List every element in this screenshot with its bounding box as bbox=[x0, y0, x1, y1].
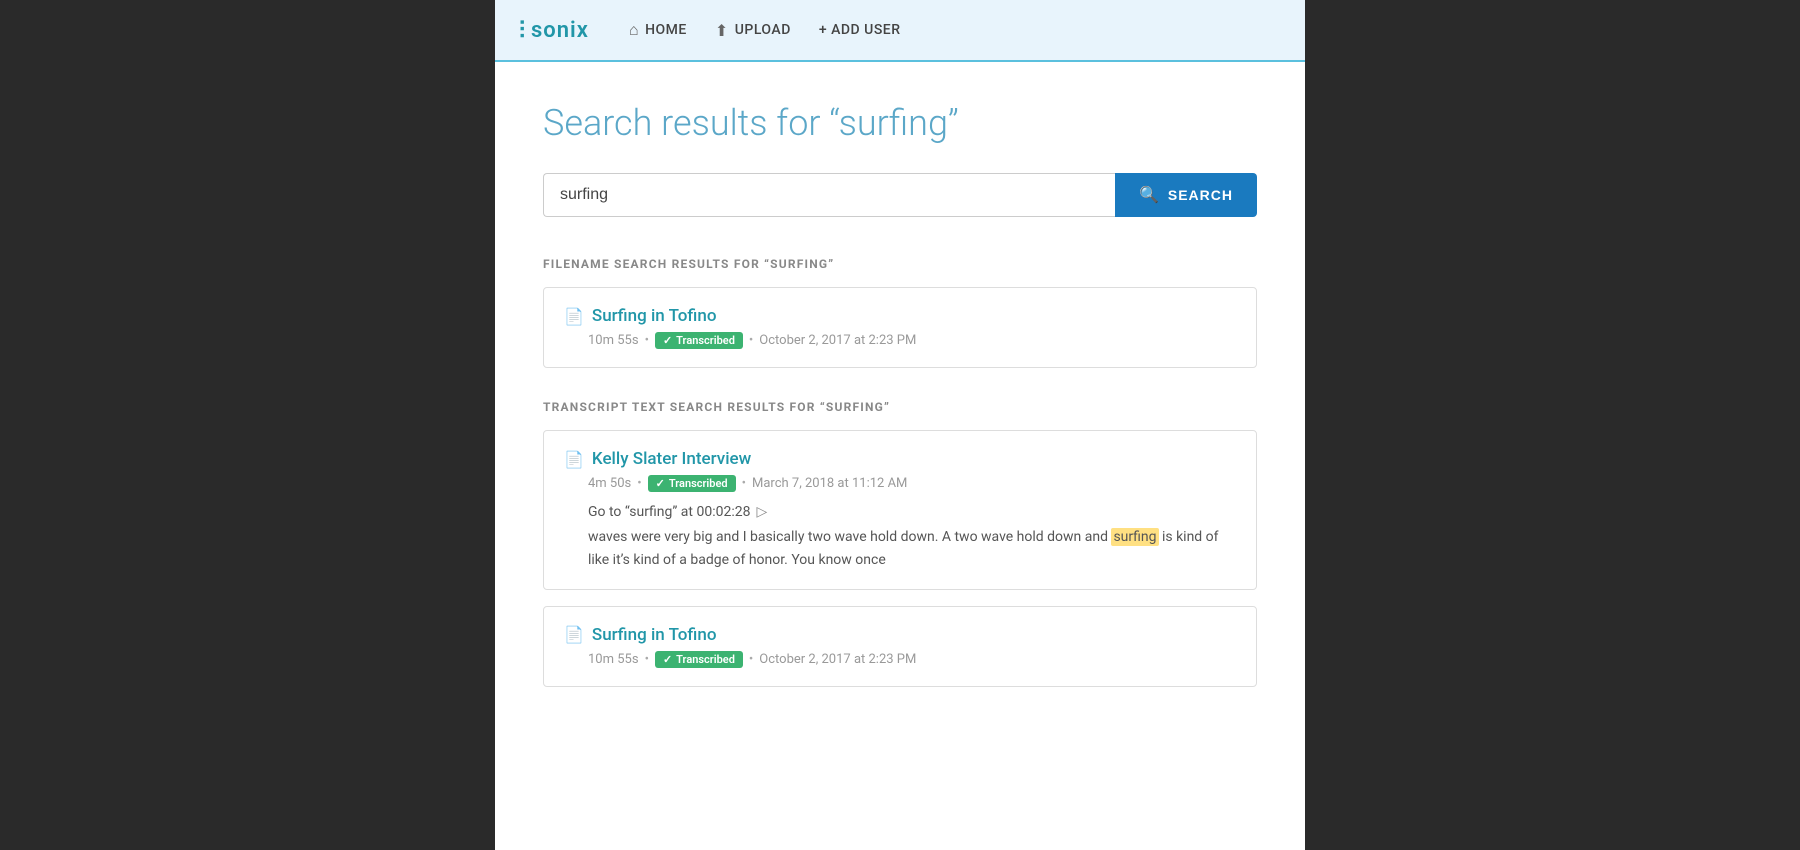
file-icon-1: 📄 bbox=[564, 450, 584, 469]
goto-link-0[interactable]: Go to “surfing” at 00:02:28 ▷ bbox=[588, 504, 1236, 520]
search-button[interactable]: 🔍 SEARCH bbox=[1115, 173, 1257, 217]
transcribed-badge-0: Transcribed bbox=[655, 332, 743, 349]
filename-result-name-0: Surfing in Tofino bbox=[592, 306, 717, 326]
upload-label: UPLOAD bbox=[735, 22, 791, 38]
add-user-link[interactable]: + ADD USER bbox=[819, 22, 901, 38]
transcript-highlight-0: surfing bbox=[1111, 528, 1158, 546]
transcript-result-card-0: 📄 Kelly Slater Interview 4m 50s • Transc… bbox=[543, 430, 1257, 590]
transcript-result-duration-1: 10m 55s bbox=[588, 652, 639, 667]
filename-section: FILENAME SEARCH RESULTS FOR “SURFING” 📄 … bbox=[543, 257, 1257, 368]
file-icon-0: 📄 bbox=[564, 307, 584, 326]
upload-link[interactable]: ⬆ UPLOAD bbox=[715, 21, 791, 40]
transcript-result-meta-0: 4m 50s • Transcribed • March 7, 2018 at … bbox=[588, 475, 1236, 492]
logo[interactable]: ⫶ sonix bbox=[519, 16, 589, 44]
dot-sep-1: • bbox=[749, 333, 753, 348]
home-link[interactable]: ⌂ HOME bbox=[629, 20, 687, 40]
dot-sep-5: • bbox=[749, 652, 753, 667]
goto-text-0: Go to “surfing” at 00:02:28 bbox=[588, 504, 750, 520]
transcribed-badge-1: Transcribed bbox=[648, 475, 736, 492]
search-icon: 🔍 bbox=[1139, 185, 1160, 205]
transcript-result-date-1: October 2, 2017 at 2:23 PM bbox=[759, 652, 916, 667]
transcript-result-name-1: Surfing in Tofino bbox=[592, 625, 717, 645]
transcript-section: TRANSCRIPT TEXT SEARCH RESULTS FOR “SURF… bbox=[543, 400, 1257, 687]
transcript-result-date-0: March 7, 2018 at 11:12 AM bbox=[752, 476, 907, 491]
transcript-result-duration-0: 4m 50s bbox=[588, 476, 631, 491]
filename-result-date-0: October 2, 2017 at 2:23 PM bbox=[759, 333, 916, 348]
transcript-text-0: waves were very big and I basically two … bbox=[588, 526, 1236, 571]
dot-sep-0: • bbox=[645, 333, 649, 348]
dot-sep-4: • bbox=[645, 652, 649, 667]
filename-result-card-0: 📄 Surfing in Tofino 10m 55s • Transcribe… bbox=[543, 287, 1257, 368]
logo-text: sonix bbox=[531, 18, 589, 43]
filename-result-meta-0: 10m 55s • Transcribed • October 2, 2017 … bbox=[588, 332, 1236, 349]
transcript-result-meta-1: 10m 55s • Transcribed • October 2, 2017 … bbox=[588, 651, 1236, 668]
transcript-result-title-1[interactable]: 📄 Surfing in Tofino bbox=[564, 625, 1236, 645]
nav-links: ⌂ HOME ⬆ UPLOAD + ADD USER bbox=[629, 20, 901, 40]
transcribed-badge-2: Transcribed bbox=[655, 651, 743, 668]
home-icon: ⌂ bbox=[629, 20, 639, 40]
search-button-label: SEARCH bbox=[1168, 187, 1233, 203]
page-title: Search results for “surfing” bbox=[543, 102, 1257, 145]
dot-sep-2: • bbox=[637, 476, 641, 491]
filename-result-duration-0: 10m 55s bbox=[588, 333, 639, 348]
filename-section-header: FILENAME SEARCH RESULTS FOR “SURFING” bbox=[543, 257, 1257, 271]
search-input[interactable] bbox=[543, 173, 1115, 217]
transcript-result-name-0: Kelly Slater Interview bbox=[592, 449, 751, 469]
transcript-before-0: waves were very big and I basically two … bbox=[588, 529, 1111, 545]
add-user-label: + ADD USER bbox=[819, 22, 901, 38]
home-label: HOME bbox=[645, 22, 687, 38]
file-icon-2: 📄 bbox=[564, 625, 584, 644]
search-bar-container: 🔍 SEARCH bbox=[543, 173, 1257, 217]
transcript-section-header: TRANSCRIPT TEXT SEARCH RESULTS FOR “SURF… bbox=[543, 400, 1257, 414]
navbar: ⫶ sonix ⌂ HOME ⬆ UPLOAD + ADD USER bbox=[495, 0, 1305, 62]
dot-sep-3: • bbox=[742, 476, 746, 491]
play-icon-0: ▷ bbox=[756, 504, 767, 520]
transcript-result-card-1: 📄 Surfing in Tofino 10m 55s • Transcribe… bbox=[543, 606, 1257, 687]
filename-result-title-0[interactable]: 📄 Surfing in Tofino bbox=[564, 306, 1236, 326]
transcript-result-title-0[interactable]: 📄 Kelly Slater Interview bbox=[564, 449, 1236, 469]
main-content: Search results for “surfing” 🔍 SEARCH FI… bbox=[495, 62, 1305, 743]
upload-icon: ⬆ bbox=[715, 21, 729, 40]
logo-bars-icon: ⫶ bbox=[519, 16, 523, 44]
